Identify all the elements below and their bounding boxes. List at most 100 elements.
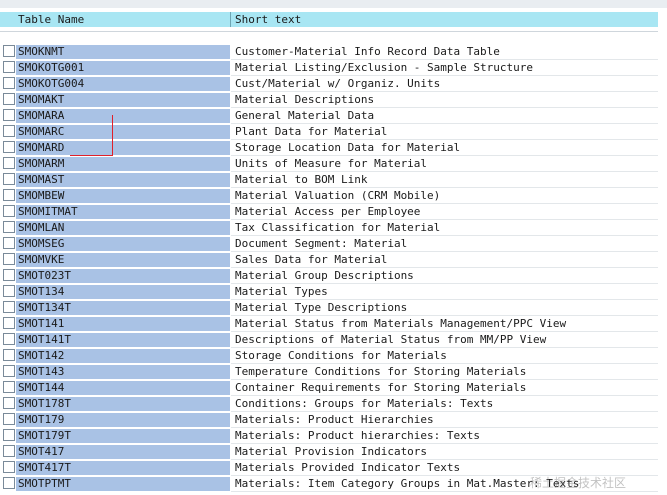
short-text-cell: Cust/Material w/ Organiz. Units [235,77,441,90]
column-header-short-text[interactable]: Short text [231,12,658,27]
table-row[interactable]: SMOKOTG004 Cust/Material w/ Organiz. Unit… [0,76,658,92]
short-text-cell: Temperature Conditions for Storing Mater… [235,365,527,378]
table-row[interactable]: SMOT142 Storage Conditions for Materials [0,348,658,364]
table-name-cell[interactable]: SMOMITMAT [16,205,230,219]
table-row[interactable]: SMOT144 Container Requirements for Storin… [0,380,658,396]
table-row[interactable]: SMOMBEW Material Valuation (CRM Mobile) [0,188,658,204]
table-name-cell[interactable]: SMOMARC [16,125,230,139]
table-row[interactable]: SMOT134 Material Types [0,284,658,300]
table-row[interactable]: SMOT179T Materials: Product hierarchies: … [0,428,658,444]
short-text-cell: Storage Conditions for Materials [235,349,447,362]
table-name-cell[interactable]: SMOT141 [16,317,230,331]
column-header-table-name[interactable]: Table Name [0,12,231,27]
row-select-checkbox[interactable] [3,461,15,473]
table-name-cell[interactable]: SMOT134T [16,301,230,315]
short-text-cell: Material Listing/Exclusion - Sample Stru… [235,61,534,74]
row-select-checkbox[interactable] [3,413,15,425]
table-name-cell[interactable]: SMOMARD [16,141,230,155]
table-row[interactable]: SMOMAST Material to BOM Link [0,172,658,188]
table-row[interactable]: SMOT143 Temperature Conditions for Storin… [0,364,658,380]
row-select-checkbox[interactable] [3,157,15,169]
short-text-cell: Material Status from Materials Managemen… [235,317,567,330]
row-select-checkbox[interactable] [3,61,15,73]
table-name-cell[interactable]: SMOT144 [16,381,230,395]
row-select-checkbox[interactable] [3,141,15,153]
row-select-checkbox[interactable] [3,429,15,441]
row-select-checkbox[interactable] [3,125,15,137]
row-select-checkbox[interactable] [3,477,15,489]
table-row[interactable]: SMOMARC Plant Data for Material [0,124,658,140]
row-select-checkbox[interactable] [3,205,15,217]
table-name-cell[interactable]: SMOMBEW [16,189,230,203]
short-text-cell: General Material Data [235,109,375,122]
table-row[interactable]: SMOMARM Units of Measure for Material [0,156,658,172]
table-row[interactable]: SMOT178T Conditions: Groups for Materials… [0,396,658,412]
table-row[interactable]: SMOMSEG Document Segment: Material [0,236,658,252]
table-row[interactable]: SMOMAKT Material Descriptions [0,92,658,108]
table-name-cell[interactable]: SMOMAST [16,173,230,187]
row-select-checkbox[interactable] [3,381,15,393]
table-row[interactable]: SMOT134T Material Type Descriptions [0,300,658,316]
table-name-cell[interactable]: SMOMSEG [16,237,230,251]
short-text-cell: Customer-Material Info Record Data Table [235,45,500,58]
table-name-cell[interactable]: SMOT417 [16,445,230,459]
table-name-cell[interactable]: SMOT141T [16,333,230,347]
table-name-cell[interactable]: SMOMVKE [16,253,230,267]
table-row[interactable]: SMOMLAN Tax Classification for Material [0,220,658,236]
table-row[interactable]: SMOT141T Descriptions of Material Status … [0,332,658,348]
row-select-checkbox[interactable] [3,93,15,105]
table-name-cell[interactable]: SMOT179 [16,413,230,427]
short-text-cell: Material Types [235,285,328,298]
table-name-cell[interactable]: SMOMARM [16,157,230,171]
table-row[interactable]: SMOKNMT Customer-Material Info Record Dat… [0,44,658,60]
table-row[interactable]: SMOMITMAT Material Access per Employee [0,204,658,220]
table-row[interactable]: SMOT179 Materials: Product Hierarchies [0,412,658,428]
row-select-checkbox[interactable] [3,365,15,377]
table-header: Table Name Short text [0,12,658,27]
table-name-cell[interactable]: SMOMAKT [16,93,230,107]
table-name-cell[interactable]: SMOKNMT [16,45,230,59]
row-select-checkbox[interactable] [3,45,15,57]
table-name-cell[interactable]: SMOKOTG004 [16,77,230,91]
row-select-checkbox[interactable] [3,237,15,249]
table-name-cell[interactable]: SMOT417T [16,461,230,475]
table-name-cell[interactable]: SMOT023T [16,269,230,283]
table-name-cell[interactable]: SMOT178T [16,397,230,411]
table-name-cell[interactable]: SMOT179T [16,429,230,443]
short-text-cell: Sales Data for Material [235,253,388,266]
short-text-cell: Document Segment: Material [235,237,408,250]
row-select-checkbox[interactable] [3,333,15,345]
row-select-checkbox[interactable] [3,173,15,185]
table-row[interactable]: SMOT417 Material Provision Indicators [0,444,658,460]
table-name-cell[interactable]: SMOT134 [16,285,230,299]
table-row[interactable]: SMOT023T Material Group Descriptions [0,268,658,284]
table-name-cell[interactable]: SMOMLAN [16,221,230,235]
table-name-cell[interactable]: SMOT142 [16,349,230,363]
row-select-checkbox[interactable] [3,397,15,409]
short-text-cell: Material Valuation (CRM Mobile) [235,189,441,202]
row-select-checkbox[interactable] [3,285,15,297]
row-select-checkbox[interactable] [3,77,15,89]
short-text-cell: Materials: Product Hierarchies [235,413,434,426]
row-select-checkbox[interactable] [3,301,15,313]
row-select-checkbox[interactable] [3,349,15,361]
row-select-checkbox[interactable] [3,189,15,201]
short-text-cell: Conditions: Groups for Materials: Texts [235,397,494,410]
row-select-checkbox[interactable] [3,317,15,329]
annotation-line-horizontal [70,155,113,156]
table-row[interactable]: SMOT141 Material Status from Materials Ma… [0,316,658,332]
short-text-cell: Container Requirements for Storing Mater… [235,381,527,394]
row-select-checkbox[interactable] [3,109,15,121]
table-row[interactable]: SMOMVKE Sales Data for Material [0,252,658,268]
row-select-checkbox[interactable] [3,445,15,457]
table-name-cell[interactable]: SMOT143 [16,365,230,379]
row-select-checkbox[interactable] [3,221,15,233]
row-select-checkbox[interactable] [3,253,15,265]
table-row[interactable]: SMOMARD Storage Location Data for Materia… [0,140,658,156]
table-row[interactable]: SMOKOTG001 Material Listing/Exclusion - S… [0,60,658,76]
table-row[interactable]: SMOMARA General Material Data [0,108,658,124]
table-name-cell[interactable]: SMOMARA [16,109,230,123]
row-select-checkbox[interactable] [3,269,15,281]
table-name-cell[interactable]: SMOKOTG001 [16,61,230,75]
table-name-cell[interactable]: SMOTPTMT [16,477,230,491]
